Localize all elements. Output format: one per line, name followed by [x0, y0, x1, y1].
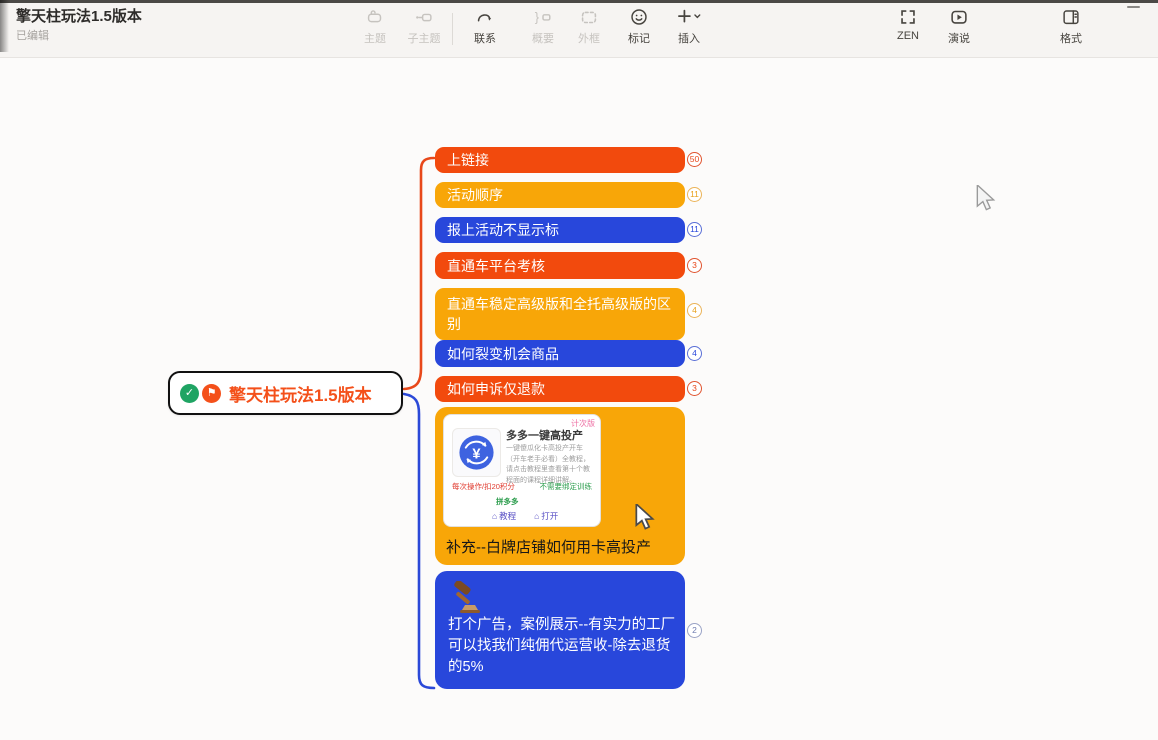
home-icon: ⌂: [534, 511, 539, 521]
boundary-dashed-frame-icon: [578, 4, 600, 30]
tool-label: 子主题: [408, 30, 441, 46]
branch-node[interactable]: 活动顺序: [435, 182, 685, 208]
open-link[interactable]: ⌂打开: [534, 510, 558, 522]
branch-label: 活动顺序: [447, 185, 503, 205]
tool-label: 外框: [578, 30, 600, 46]
supplement-node-label: 补充--白牌店铺如何用卡高投产: [446, 536, 651, 557]
app-window: 擎天柱玩法1.5版本 已编辑 主题 子主题: [0, 0, 1158, 740]
tool-subtopic[interactable]: 子主题: [401, 4, 447, 54]
branch-label: 上链接: [447, 150, 489, 170]
branch-node[interactable]: 如何申诉仅退款: [435, 376, 685, 402]
tool-topic[interactable]: 主题: [352, 4, 398, 54]
presentation-play-icon: [948, 4, 970, 30]
plugin-note-text: 不需要绑定训练: [540, 481, 593, 492]
zen-brackets-icon: [897, 4, 919, 30]
corner-shadow: [0, 0, 9, 52]
plugin-links: ⌂教程 ⌂打开: [492, 510, 558, 522]
branch-label: 如何裂变机会商品: [447, 344, 559, 364]
plugin-cost-text: 每次操作/扣20积分: [452, 481, 515, 492]
mindmap-canvas[interactable]: ✓ ⚑ 擎天柱玩法1.5版本 上链接 50 活动顺序 11 报上活动不显示标 1…: [0, 58, 1158, 740]
format-panel-icon: [1060, 4, 1082, 30]
toolbar-divider: [452, 13, 453, 45]
branch-count-badge[interactable]: 4: [687, 303, 702, 318]
branch-count-badge[interactable]: 3: [687, 258, 702, 273]
supplement-node[interactable]: 计次版 ¥ 多多一键高投产 一键傻瓜化卡高投产开车（开车老手必看）全教程，请点击…: [435, 407, 685, 565]
summary-brace-icon: }: [532, 4, 554, 30]
svg-text:}: }: [535, 10, 540, 25]
tool-relation[interactable]: 联系: [462, 4, 508, 54]
toolbar: 擎天柱玩法1.5版本 已编辑 主题 子主题: [0, 0, 1158, 58]
svg-text:¥: ¥: [472, 446, 481, 462]
branch-label: 直通车稳定高级版和全托高级版的区别: [447, 294, 673, 334]
branch-label: 直通车平台考核: [447, 256, 545, 276]
branch-node[interactable]: 如何裂变机会商品: [435, 340, 685, 367]
tool-insert[interactable]: 插入: [663, 4, 715, 54]
marker-smiley-icon: [628, 4, 650, 30]
home-icon: ⌂: [492, 511, 497, 521]
tutorial-link[interactable]: ⌂教程: [492, 510, 516, 522]
tool-label: 插入: [678, 30, 700, 46]
branch-count-badge[interactable]: 11: [687, 187, 702, 202]
check-circle-icon: ✓: [180, 384, 199, 403]
root-node-label: 擎天柱玩法1.5版本: [229, 381, 372, 406]
ad-node[interactable]: 打个广告，案例展示--有实力的工厂可以找我们纯佣代运营收-除去退货的5%: [435, 571, 685, 689]
tool-label: 格式: [1060, 30, 1082, 46]
branch-count-badge[interactable]: 4: [687, 346, 702, 361]
tool-label: 概要: [532, 30, 554, 46]
tool-boundary[interactable]: 外框: [566, 4, 612, 54]
branch-count-badge[interactable]: 3: [687, 381, 702, 396]
branch-count-badge[interactable]: 11: [687, 222, 702, 237]
branch-label: 报上活动不显示标: [447, 220, 559, 240]
tool-label: 联系: [474, 30, 496, 46]
plugin-icon-box: ¥: [452, 428, 501, 477]
relation-arrow-icon: [474, 4, 496, 30]
tool-label: 主题: [364, 30, 386, 46]
tool-summary[interactable]: } 概要: [520, 4, 566, 54]
branch-count-badge[interactable]: 50: [687, 152, 702, 167]
branch-node[interactable]: 直通车稳定高级版和全托高级版的区别: [435, 288, 685, 340]
tool-format[interactable]: 格式: [1048, 4, 1094, 54]
plugin-title: 多多一键高投产: [506, 427, 583, 443]
branch-count-badge[interactable]: 2: [687, 623, 702, 638]
tool-present[interactable]: 演说: [936, 4, 982, 54]
plugin-platform: 拼多多: [496, 496, 519, 507]
document-title: 擎天柱玩法1.5版本: [16, 5, 142, 26]
window-top-edge: [0, 0, 1158, 3]
tool-zen[interactable]: ZEN: [885, 4, 931, 54]
insert-plus-icon: [674, 4, 704, 30]
tool-label: ZEN: [897, 30, 919, 42]
plugin-card[interactable]: 计次版 ¥ 多多一键高投产 一键傻瓜化卡高投产开车（开车老手必看）全教程，请点击…: [443, 414, 601, 527]
branch-node[interactable]: 报上活动不显示标: [435, 217, 685, 243]
plugin-description: 一键傻瓜化卡高投产开车（开车老手必看）全教程，请点击教程里查看第十个教程面的课程…: [506, 444, 596, 486]
tool-label: 标记: [628, 30, 650, 46]
root-node[interactable]: ✓ ⚑ 擎天柱玩法1.5版本: [168, 371, 403, 415]
tool-marker[interactable]: 标记: [616, 4, 662, 54]
tool-label: 演说: [948, 30, 970, 46]
window-minimize-dash: [1127, 6, 1140, 8]
branch-node[interactable]: 直通车平台考核: [435, 252, 685, 279]
topic-icon: [364, 4, 386, 30]
yuan-circular-arrows-icon: ¥: [456, 432, 497, 473]
document-status: 已编辑: [16, 27, 49, 43]
gavel-icon: [448, 581, 486, 615]
flag-circle-icon: ⚑: [202, 384, 221, 403]
ad-node-label: 打个广告，案例展示--有实力的工厂可以找我们纯佣代运营收-除去退货的5%: [448, 615, 676, 678]
branch-node[interactable]: 上链接: [435, 147, 685, 173]
mouse-cursor-ghost: [975, 185, 997, 211]
subtopic-icon: [413, 4, 435, 30]
branch-label: 如何申诉仅退款: [447, 379, 545, 399]
